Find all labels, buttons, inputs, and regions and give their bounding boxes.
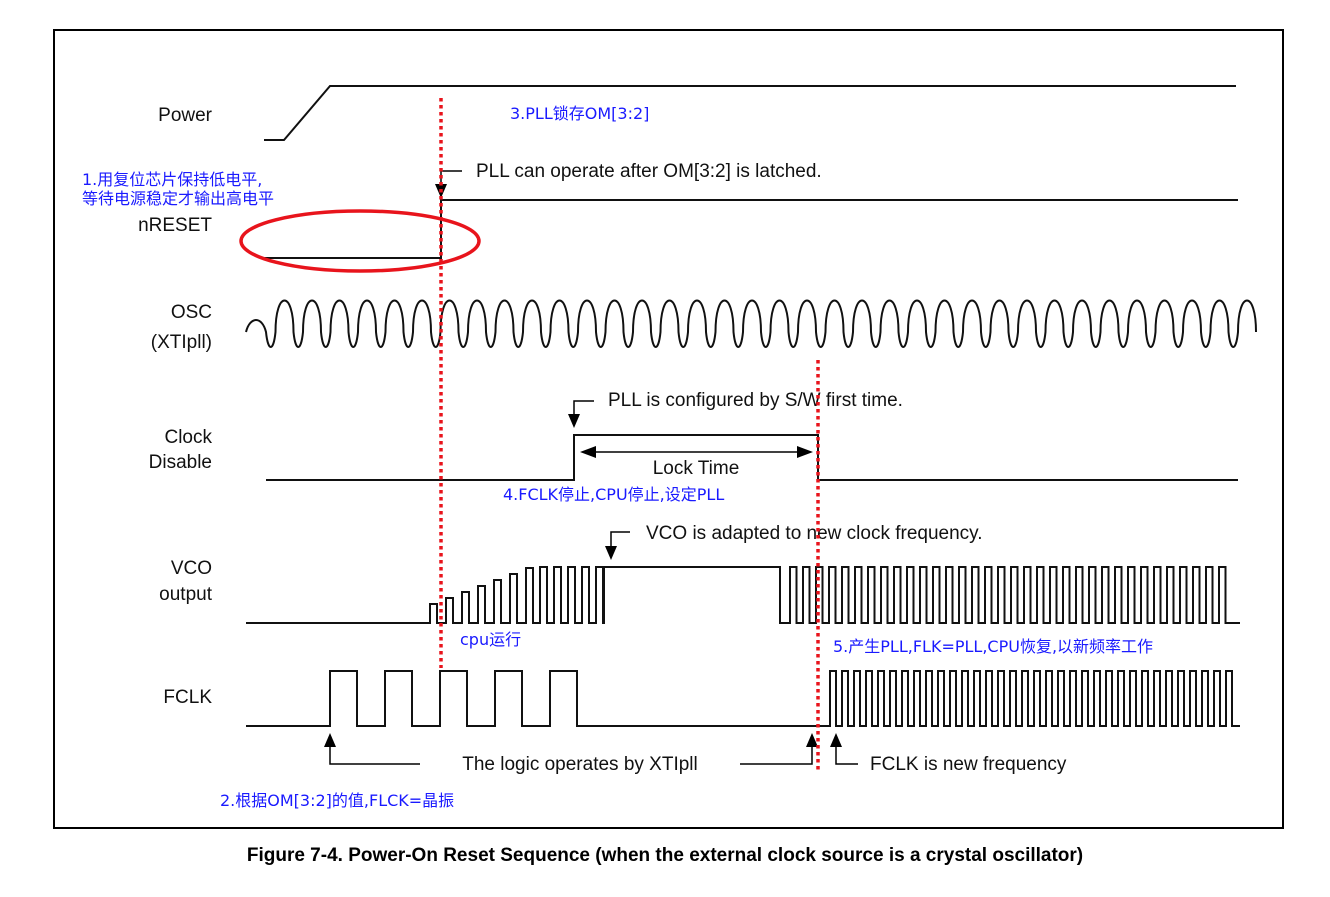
vco-adapted-pointer: [610, 531, 630, 548]
cpu-running-annotation: cpu运行: [460, 630, 521, 649]
logic-bracket-left: [329, 745, 420, 765]
fclk-label: FCLK: [163, 687, 212, 708]
xtipll-label: (XTIpll): [151, 332, 212, 353]
pll-configured-pointer: [573, 400, 594, 416]
osc-waveform: [245, 299, 1257, 348]
logic-xtipll-note: The logic operates by XTIpll: [462, 754, 698, 775]
timing-diagram: Power nRESET OSC (XTIpll) Clock Disable …: [53, 29, 1284, 866]
figure-caption: Figure 7-4. Power-On Reset Sequence (whe…: [247, 845, 1083, 866]
step4-annotation: 4.FCLK停止,CPU停止,设定PLL: [503, 485, 724, 504]
vco-adapted-arrowhead: [605, 546, 617, 560]
lock-time-arrow-left: [580, 446, 596, 458]
pll-configured-note: PLL is configured by S/W first time.: [608, 390, 903, 411]
diagram-frame: [53, 29, 1284, 829]
disable-label: Disable: [149, 452, 212, 473]
nreset-label: nRESET: [138, 215, 212, 236]
step1-annotation-line2: 等待电源稳定才输出高电平: [82, 189, 274, 208]
logic-arrowhead-right: [806, 733, 818, 747]
vco-adapted-note: VCO is adapted to new clock frequency.: [646, 523, 983, 544]
fclk-new-note: FCLK is new frequency: [870, 754, 1067, 775]
pll-operate-note: PLL can operate after OM[3:2] is latched…: [476, 161, 822, 182]
clock-disable-waveform: [266, 434, 1238, 481]
lock-time-arrow-right: [797, 446, 813, 458]
fclk-new-arrowhead: [830, 733, 842, 747]
clock-label: Clock: [164, 427, 212, 448]
step2-annotation: 2.根据OM[3:2]的值,FLCK=晶振: [220, 791, 454, 810]
nreset-waveform: [264, 199, 1238, 259]
step3-annotation: 3.PLL锁存OM[3:2]: [510, 104, 649, 123]
osc-label: OSC: [171, 302, 212, 323]
step5-annotation: 5.产生PLL,FLK=PLL,CPU恢复,以新频率工作: [833, 637, 1153, 656]
fclk-waveform: [246, 670, 1240, 727]
logic-bracket-right: [740, 745, 813, 765]
power-label: Power: [158, 105, 213, 126]
vco-output-label: output: [159, 584, 213, 605]
pll-configured-arrowhead: [568, 414, 580, 428]
pll-operate-pointer: [440, 170, 462, 186]
lock-time-label: Lock Time: [653, 458, 740, 479]
step1-annotation-line1: 1.用复位芯片保持低电平,: [82, 170, 262, 189]
vco-output-waveform: [246, 566, 1240, 624]
fclk-new-pointer: [835, 745, 858, 765]
nreset-highlight-ellipse: [239, 209, 481, 273]
power-waveform: [264, 85, 1236, 141]
vco-label: VCO: [171, 558, 212, 579]
logic-arrowhead-left: [324, 733, 336, 747]
